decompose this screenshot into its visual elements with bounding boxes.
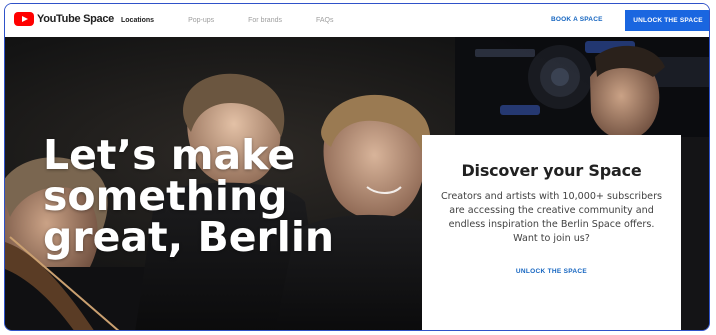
card-description: Creators and artists with 10,000+ subscr…	[440, 191, 663, 244]
hero-title-line: Let’s make	[43, 131, 296, 179]
hero-title-line: great, Berlin	[43, 213, 335, 261]
hero-title-line: something	[43, 172, 288, 220]
card-title: Discover your Space	[461, 161, 642, 180]
nav-item-pop-ups[interactable]: Pop-ups	[188, 17, 214, 24]
main-nav: Locations Pop-ups For brands FAQs	[121, 4, 368, 37]
camera-rig	[455, 37, 709, 147]
youtube-space-logo[interactable]: YouTube Space	[14, 12, 114, 26]
hero-section: Let’s make something great, Berlin Disco…	[5, 37, 709, 330]
logo-text: YouTube Space	[37, 13, 114, 25]
site-header: YouTube Space Locations Pop-ups For bran…	[5, 4, 709, 37]
discover-card: Discover your Space Creators and artists…	[422, 135, 681, 330]
nav-item-faqs[interactable]: FAQs	[316, 17, 334, 24]
card-unlock-link[interactable]: UNLOCK THE SPACE	[516, 268, 587, 275]
hero-title: Let’s make something great, Berlin	[43, 135, 343, 258]
nav-item-locations[interactable]: Locations	[121, 17, 154, 24]
nav-item-for-brands[interactable]: For brands	[248, 17, 282, 24]
browser-frame: YouTube Space Locations Pop-ups For bran…	[4, 3, 710, 331]
book-a-space-link[interactable]: BOOK A SPACE	[551, 16, 603, 23]
unlock-the-space-button[interactable]: UNLOCK THE SPACE	[625, 10, 709, 31]
youtube-play-icon	[14, 12, 34, 26]
